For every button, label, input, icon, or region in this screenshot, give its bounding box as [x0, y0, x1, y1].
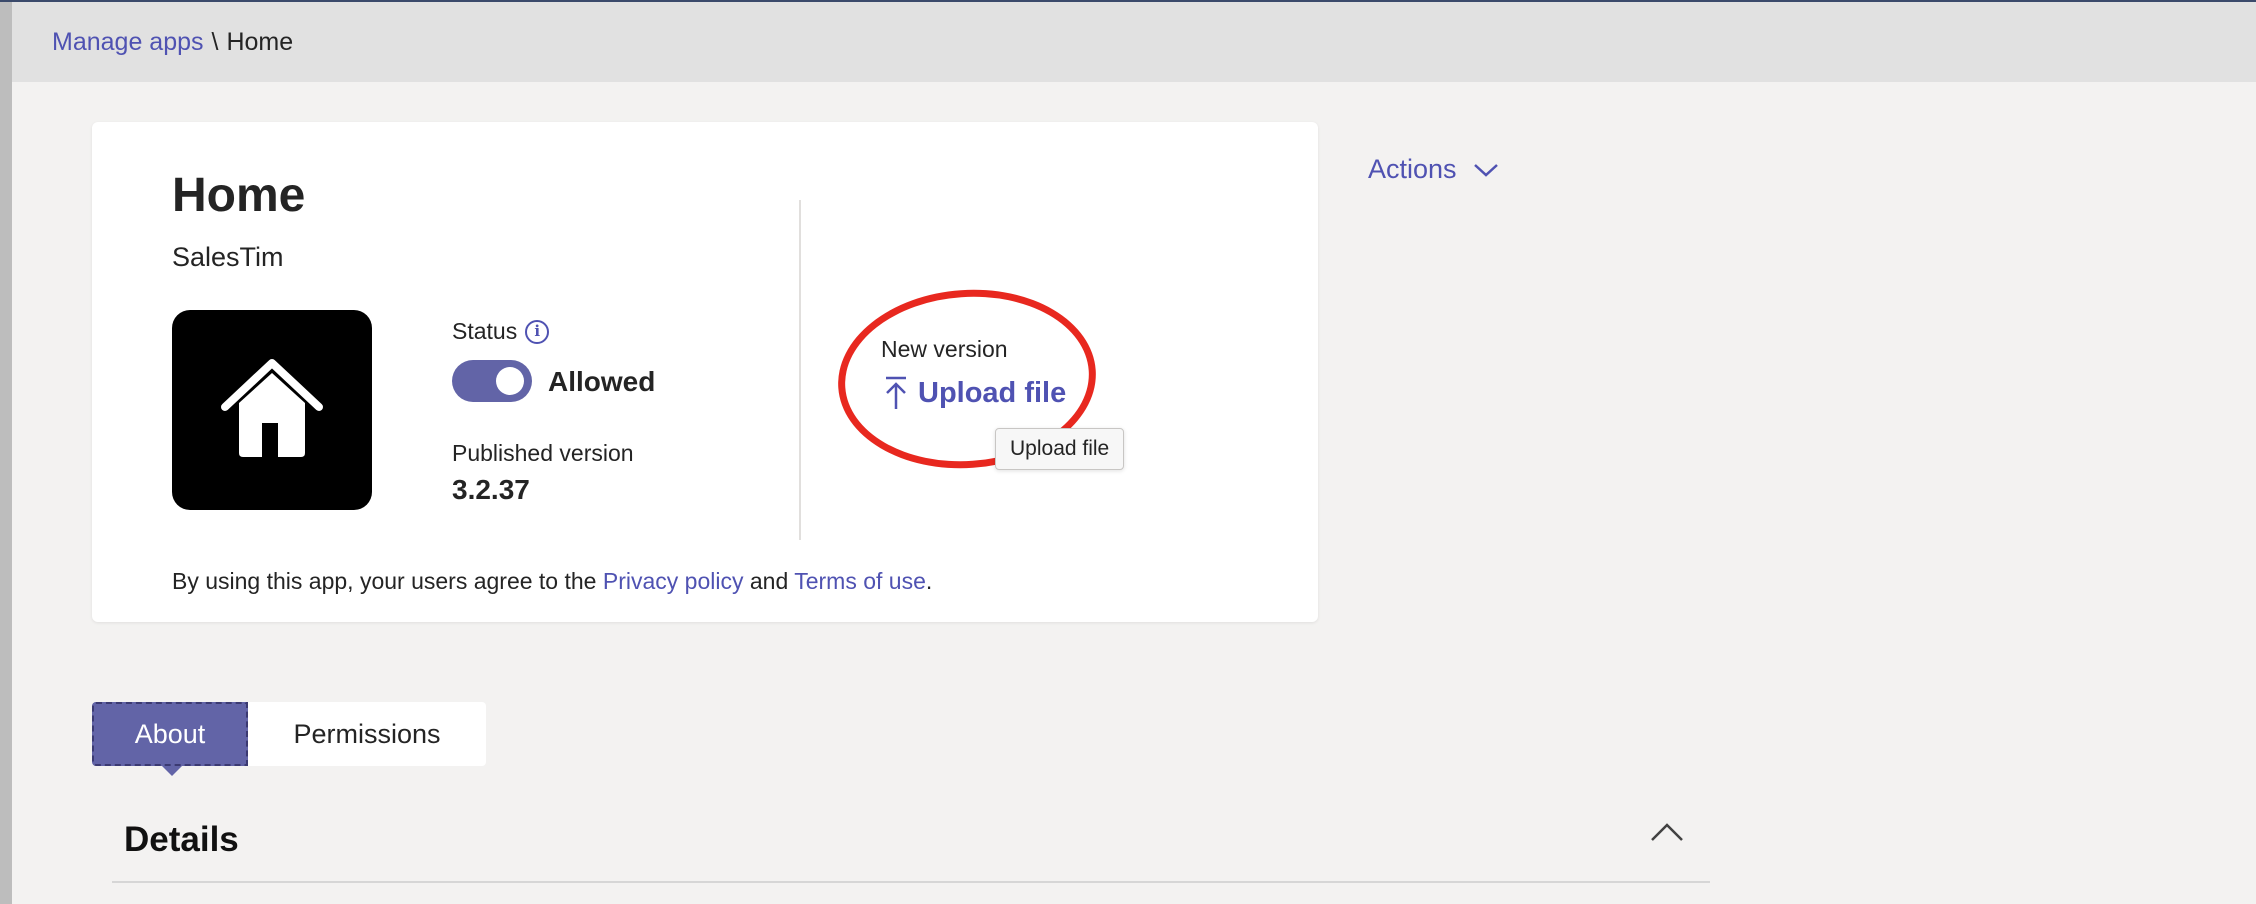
upload-file-label: Upload file [918, 376, 1067, 409]
details-divider [112, 881, 1710, 883]
status-value: Allowed [548, 366, 656, 397]
upload-tooltip: Upload file [995, 428, 1125, 470]
terms-and: and [743, 568, 795, 594]
actions-label: Actions [1368, 154, 1457, 184]
chevron-down-icon [1473, 163, 1498, 177]
actions-dropdown[interactable]: Actions [1368, 154, 1499, 185]
chevron-up-icon [1651, 823, 1683, 841]
breadcrumb: Manage apps \ Home [12, 2, 2256, 82]
tab-bar: About Permissions [92, 702, 486, 776]
breadcrumb-current: Home [226, 27, 294, 56]
published-version-value: 3.2.37 [452, 474, 530, 505]
status-label: Status i [452, 318, 550, 345]
published-version-label: Published version [452, 440, 634, 466]
app-publisher: SalesTim [172, 242, 284, 272]
app-title: Home [172, 169, 306, 222]
app-details-card: Home SalesTim Status i Allowed Published… [92, 122, 1318, 622]
left-edge-bar [0, 0, 12, 904]
vertical-divider [799, 200, 801, 540]
status-label-text: Status [452, 318, 518, 344]
status-toggle[interactable] [452, 360, 532, 402]
details-heading: Details [124, 820, 239, 859]
privacy-policy-link[interactable]: Privacy policy [603, 568, 744, 594]
terms-text: By using this app, your users agree to t… [172, 568, 932, 595]
tab-permissions[interactable]: Permissions [248, 702, 486, 766]
collapse-details-button[interactable] [1650, 822, 1684, 847]
new-version-label: New version [881, 336, 1008, 362]
breadcrumb-separator: \ [211, 27, 219, 56]
terms-suffix: . [925, 568, 933, 594]
info-icon[interactable]: i [525, 319, 550, 344]
tab-about[interactable]: About [92, 702, 248, 776]
terms-prefix: By using this app, your users agree to t… [172, 568, 603, 594]
upload-file-button[interactable]: Upload file [884, 376, 1066, 410]
upload-arrow-icon [886, 376, 906, 409]
breadcrumb-manage-apps-link[interactable]: Manage apps [52, 28, 204, 57]
app-logo [172, 310, 372, 510]
terms-of-use-link[interactable]: Terms of use [794, 568, 926, 594]
toggle-knob [496, 367, 524, 395]
home-icon [221, 359, 323, 457]
